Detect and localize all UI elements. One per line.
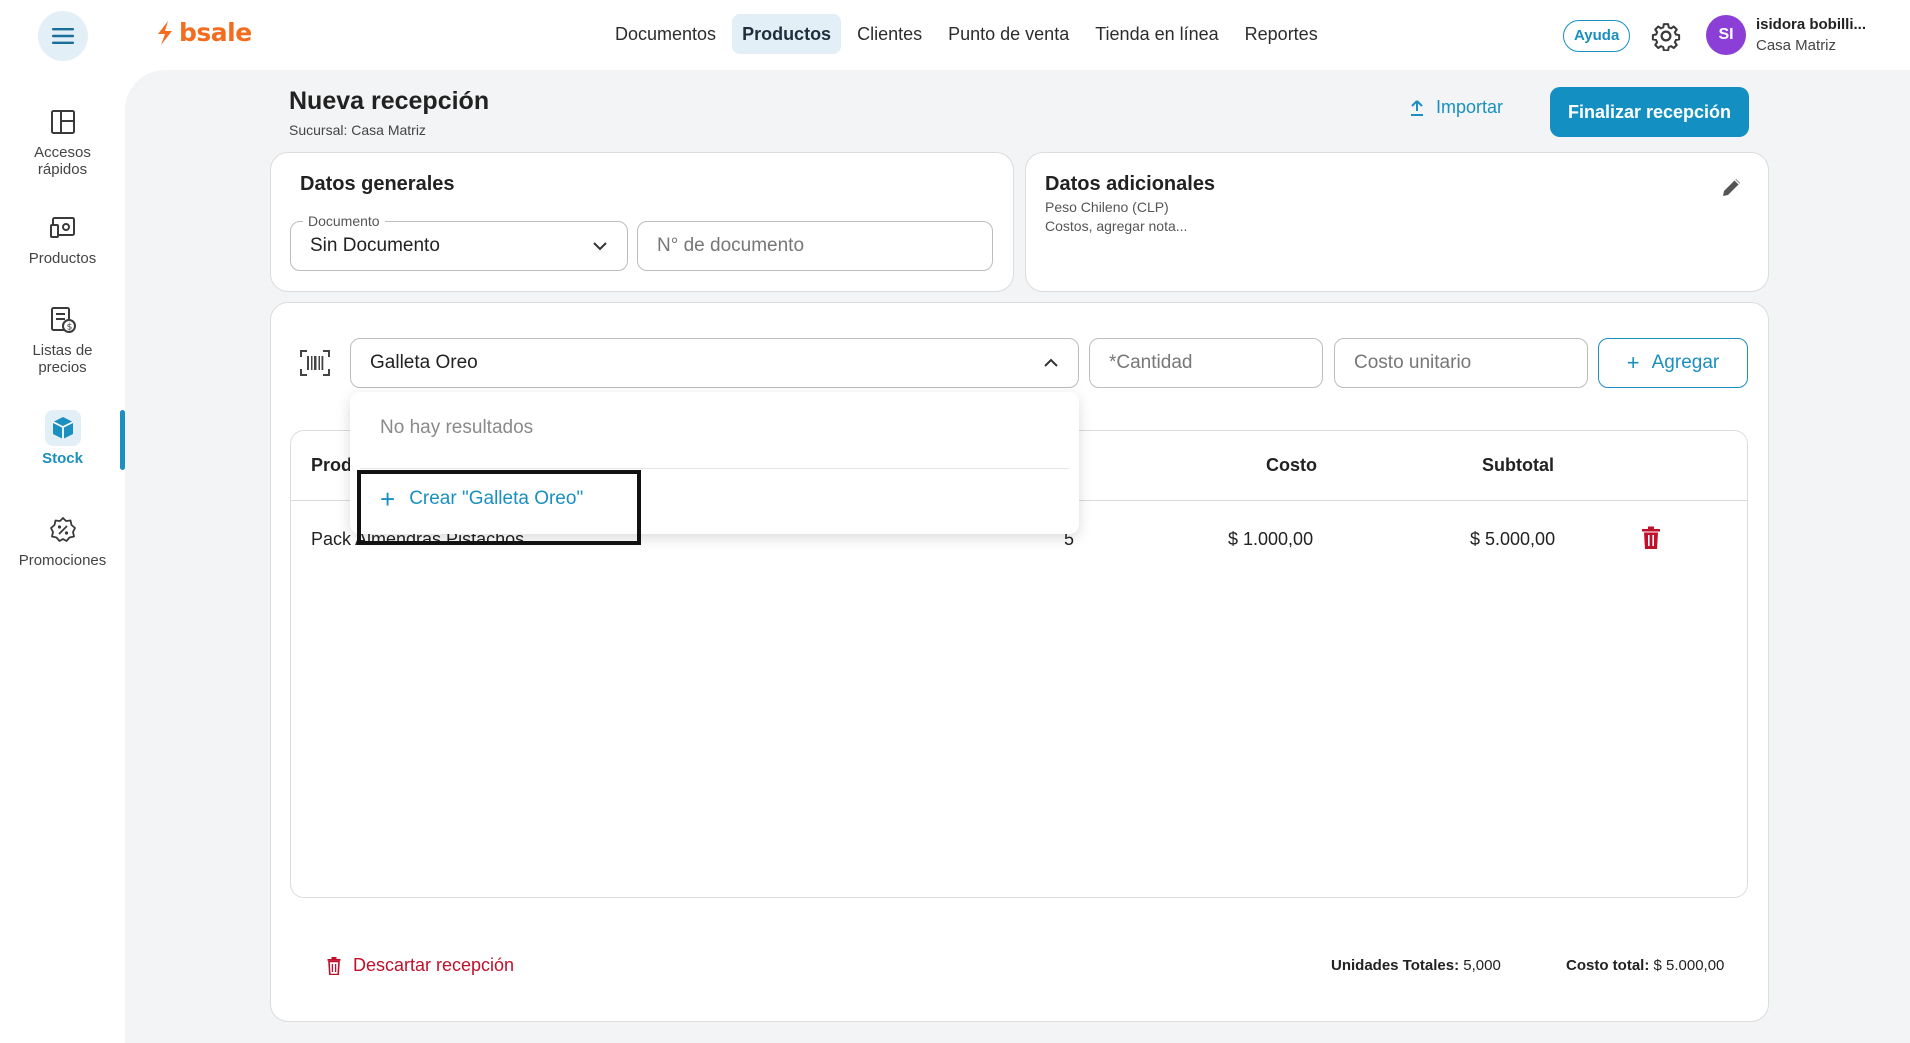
add-button[interactable]: + Agregar xyxy=(1598,338,1748,388)
total-units-value: 5,000 xyxy=(1463,957,1501,974)
trash-icon[interactable] xyxy=(1641,526,1661,550)
quantity-input[interactable]: *Cantidad xyxy=(1089,338,1323,388)
total-cost-value: $ 5.000,00 xyxy=(1653,957,1725,974)
import-label: Importar xyxy=(1436,97,1504,117)
svg-text:$: $ xyxy=(66,323,72,333)
chevron-up-icon xyxy=(1044,358,1058,367)
help-button[interactable]: Ayuda xyxy=(1563,20,1631,52)
table-cell-cost[interactable]: $ 1.000,00 xyxy=(1228,529,1313,550)
sidebar-item-listas-de-precios[interactable]: $ Listas de precios xyxy=(0,302,125,376)
product-search-value: Galleta Oreo xyxy=(370,352,478,373)
page-title: Nueva recepción xyxy=(289,87,490,115)
promo-badge-icon xyxy=(49,517,76,542)
no-results-text: No hay resultados xyxy=(380,417,534,438)
pencil-icon[interactable] xyxy=(1720,175,1744,199)
unit-cost-placeholder: Costo unitario xyxy=(1354,352,1472,373)
user-name[interactable]: isidora bobilli... xyxy=(1756,16,1866,33)
column-header-cost: Costo xyxy=(1266,455,1317,475)
hamburger-icon xyxy=(52,28,74,44)
sidebar-item-promociones[interactable]: Promociones xyxy=(0,512,125,569)
discard-label: Descartar recepción xyxy=(353,955,515,975)
import-button[interactable]: Importar xyxy=(1408,97,1503,118)
document-number-placeholder: N° de documento xyxy=(657,235,805,256)
document-type-label: Documento xyxy=(303,213,385,229)
sidebar-item-label: Listas de precios xyxy=(32,342,93,376)
finish-reception-button[interactable]: Finalizar recepción xyxy=(1550,87,1749,137)
main-nav: Documentos Productos Clientes Punto de v… xyxy=(605,14,1328,54)
nav-documentos[interactable]: Documentos xyxy=(605,14,726,54)
currency-text: Peso Chileno (CLP) xyxy=(1045,199,1169,215)
document-number-input[interactable]: N° de documento xyxy=(637,221,993,271)
products-icon xyxy=(49,217,75,238)
sidebar: Accesos rápidos Productos $ Listas de pr… xyxy=(0,70,125,1043)
general-data-title: Datos generales xyxy=(300,173,455,195)
user-branch: Casa Matriz xyxy=(1756,37,1837,54)
plus-icon: + xyxy=(1626,350,1640,375)
total-units-label: Unidades Totales: xyxy=(1331,957,1460,974)
menu-button[interactable] xyxy=(38,11,88,61)
sidebar-item-label: Accesos rápidos xyxy=(34,144,91,178)
nav-tienda-en-linea[interactable]: Tienda en línea xyxy=(1085,14,1228,54)
gear-icon[interactable] xyxy=(1651,21,1681,51)
sidebar-item-label: Stock xyxy=(42,450,83,467)
sidebar-item-label: Productos xyxy=(28,250,97,267)
sidebar-item-productos[interactable]: Productos xyxy=(0,210,125,267)
table-cell-subtotal: $ 5.000,00 xyxy=(1470,529,1556,549)
top-bar: bsale Documentos Productos Clientes Punt… xyxy=(0,0,1910,70)
layout-icon xyxy=(50,110,75,134)
total-units: Unidades Totales: 5,000 xyxy=(1331,957,1501,974)
sidebar-item-accesos-rapidos[interactable]: Accesos rápidos xyxy=(0,104,125,178)
nav-punto-de-venta[interactable]: Punto de venta xyxy=(938,14,1079,54)
column-header-product: Prod xyxy=(311,455,353,475)
additional-data-title: Datos adicionales xyxy=(1045,173,1216,195)
dropdown-divider xyxy=(360,468,1069,469)
column-header-subtotal: Subtotal xyxy=(1482,455,1554,475)
product-search-input[interactable]: Galleta Oreo xyxy=(350,338,1079,388)
sidebar-item-label: Promociones xyxy=(18,552,107,569)
box-icon xyxy=(52,417,73,439)
page-subtitle: Sucursal: Casa Matriz xyxy=(289,122,426,138)
trash-icon xyxy=(327,956,341,975)
document-type-value: Sin Documento xyxy=(310,235,440,256)
unit-cost-input[interactable]: Costo unitario xyxy=(1334,338,1588,388)
chevron-down-icon xyxy=(593,242,607,251)
quantity-placeholder: *Cantidad xyxy=(1109,352,1193,373)
nav-reportes[interactable]: Reportes xyxy=(1235,14,1328,54)
total-cost-label: Costo total: xyxy=(1566,957,1650,974)
nav-clientes[interactable]: Clientes xyxy=(847,14,932,54)
highlight-box xyxy=(357,470,641,545)
total-cost: Costo total: $ 5.000,00 xyxy=(1566,957,1724,974)
price-list-icon: $ xyxy=(50,307,76,333)
add-label: Agregar xyxy=(1651,352,1720,373)
notes-text: Costos, agregar nota... xyxy=(1045,218,1188,234)
nav-productos[interactable]: Productos xyxy=(732,14,842,54)
upload-icon xyxy=(1411,99,1423,116)
brand-logo[interactable]: bsale xyxy=(155,18,252,47)
barcode-icon[interactable] xyxy=(300,350,330,376)
sidebar-item-stock[interactable]: Stock xyxy=(0,410,125,467)
bsale-logo-icon xyxy=(158,20,172,45)
document-type-select[interactable]: Documento Sin Documento xyxy=(290,213,628,271)
brand-name: bsale xyxy=(179,18,252,47)
discard-reception-button[interactable]: Descartar recepción xyxy=(327,955,514,976)
avatar[interactable]: SI xyxy=(1706,15,1746,55)
